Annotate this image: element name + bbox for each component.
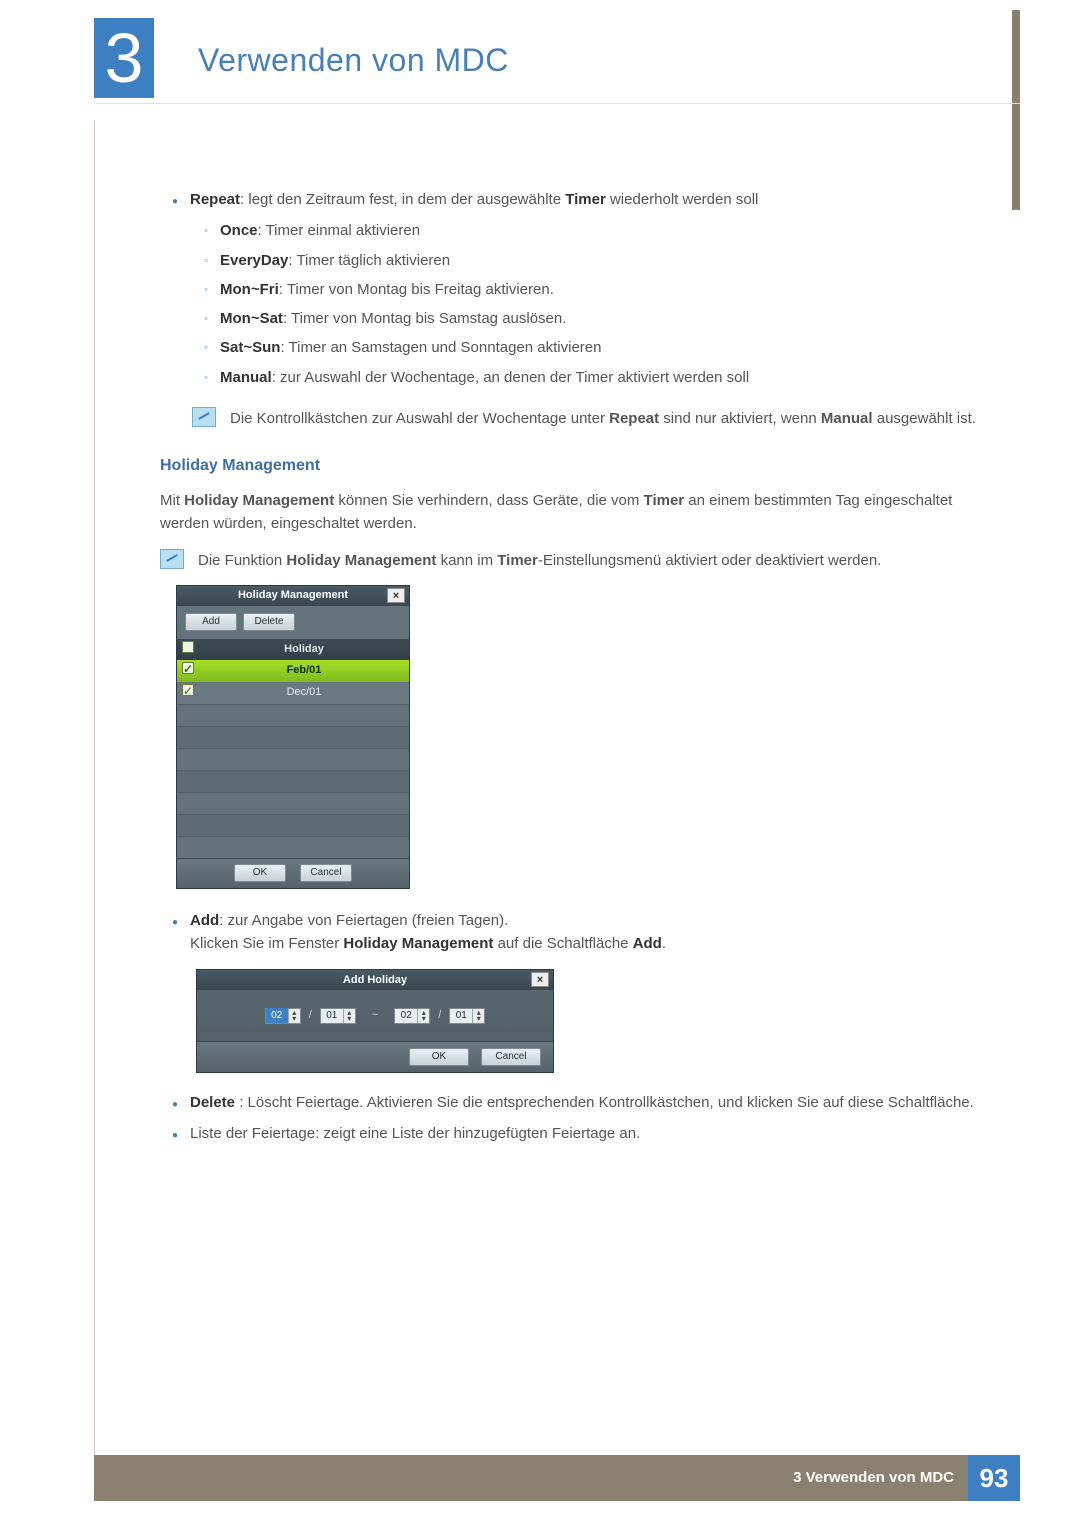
dialog-toolbar: Add Delete [177,606,409,640]
dialog-footer: OK Cancel [177,858,409,888]
bullet-text: Delete : Löscht Feiertage. Aktivieren Si… [190,1091,1000,1114]
note-text: Die Funktion Holiday Management kann im … [198,549,1000,572]
bullet-text: Liste der Feiertage: zeigt eine Liste de… [190,1122,1000,1145]
table-header: Holiday [177,640,409,660]
bullet-repeat: ● Repeat: legt den Zeitraum fest, in dem… [160,188,1000,211]
bullet-icon: ● [160,1122,190,1145]
note-text: Die Kontrollkästchen zur Auswahl der Woc… [230,407,1000,430]
row-date: Feb/01 [199,662,409,679]
bullet-delete: ● Delete : Löscht Feiertage. Aktivieren … [160,1091,1000,1114]
from-month-stepper[interactable]: 02▴▾ [265,1008,301,1024]
table-row-empty [177,704,409,726]
ok-button[interactable]: OK [234,864,286,882]
sq-bullet-icon: ▫ [192,249,220,272]
note-icon [192,407,216,427]
cancel-button[interactable]: Cancel [481,1048,541,1066]
spinner-arrows-icon[interactable]: ▴▾ [417,1009,429,1023]
table-row-empty [177,748,409,770]
checkbox-icon[interactable] [182,684,194,696]
close-button[interactable]: × [531,972,549,987]
delete-button[interactable]: Delete [243,613,295,631]
row-check-cell[interactable] [177,662,199,680]
empty-rows [177,704,409,858]
row-date: Dec/01 [199,684,409,701]
bullet-icon: ● [160,1091,190,1114]
close-button[interactable]: × [387,588,405,603]
repeat-sublist: ▫Once: Timer einmal aktivieren ▫EveryDay… [160,219,1000,389]
checkbox-icon[interactable] [182,641,194,653]
table-row-empty [177,792,409,814]
para-holiday-management: Mit Holiday Management können Sie verhin… [160,489,1000,536]
sq-bullet-icon: ▫ [192,366,220,389]
note-hm-timer-menu: Die Funktion Holiday Management kann im … [160,549,1000,572]
dialog-add-holiday: Add Holiday × 02▴▾ / 01▴▾ ~ 02▴▾ / 01▴▾ … [196,969,554,1073]
dialog-title: Holiday Management [238,587,348,604]
add-button[interactable]: Add [185,613,237,631]
sq-bullet-icon: ▫ [192,219,220,242]
bullet-holiday-list: ● Liste der Feiertage: zeigt eine Liste … [160,1122,1000,1145]
checkbox-icon[interactable] [182,662,194,674]
sub-manual: ▫Manual: zur Auswahl der Wochentage, an … [192,366,1000,389]
sq-bullet-icon: ▫ [192,336,220,359]
to-day-stepper[interactable]: 01▴▾ [449,1008,485,1024]
footer-label: 3 Verwenden von MDC [793,1466,968,1489]
ok-button[interactable]: OK [409,1048,469,1066]
to-month-stepper[interactable]: 02▴▾ [394,1008,430,1024]
heading-holiday-management: Holiday Management [160,454,1000,479]
bullet-text: Repeat: legt den Zeitraum fest, in dem d… [190,188,1000,211]
table-row-empty [177,836,409,858]
sub-everyday: ▫EveryDay: Timer täglich aktivieren [192,249,1000,272]
slash-separator: / [309,1007,312,1024]
tilde-separator: ~ [364,1007,386,1024]
label-repeat: Repeat [190,191,240,208]
sub-monsat: ▫Mon~Sat: Timer von Montag bis Samstag a… [192,307,1000,330]
left-rule [94,120,95,1483]
table-row[interactable]: Feb/01 [177,660,409,682]
spinner-arrows-icon[interactable]: ▴▾ [472,1009,484,1023]
sub-monfri: ▫Mon~Fri: Timer von Montag bis Freitag a… [192,278,1000,301]
cancel-button[interactable]: Cancel [300,864,352,882]
header-check-cell[interactable] [177,641,199,659]
bullet-icon: ● [160,909,190,956]
header-holiday: Holiday [199,641,409,658]
add-holiday-body: 02▴▾ / 01▴▾ ~ 02▴▾ / 01▴▾ [197,990,553,1042]
sq-bullet-icon: ▫ [192,278,220,301]
sq-bullet-icon: ▫ [192,307,220,330]
note-icon [160,549,184,569]
bullet-add: ● Add: zur Angabe von Feiertagen (freien… [160,909,1000,956]
dialog-title: Add Holiday [343,972,407,989]
from-day-stepper[interactable]: 01▴▾ [320,1008,356,1024]
table-row-empty [177,726,409,748]
row-check-cell[interactable] [177,684,199,702]
table-row[interactable]: Dec/01 [177,682,409,704]
bullet-icon: ● [160,188,190,211]
page-number: 93 [968,1455,1020,1501]
dialog-footer: OK Cancel [197,1042,553,1072]
dialog-titlebar: Holiday Management × [177,586,409,606]
dialog-holiday-management: Holiday Management × Add Delete Holiday … [176,585,410,889]
spinner-arrows-icon[interactable]: ▴▾ [288,1009,300,1023]
slash-separator: / [438,1007,441,1024]
table-row-empty [177,814,409,836]
content-area: ● Repeat: legt den Zeitraum fest, in dem… [160,188,1000,1154]
spinner-arrows-icon[interactable]: ▴▾ [343,1009,355,1023]
bullet-text: Add: zur Angabe von Feiertagen (freien T… [190,909,1000,956]
table-row-empty [177,770,409,792]
page-footer: 3 Verwenden von MDC 93 [94,1455,1020,1501]
dialog-titlebar: Add Holiday × [197,970,553,990]
note-repeat-manual: Die Kontrollkästchen zur Auswahl der Woc… [160,407,1000,430]
sub-satsun: ▫Sat~Sun: Timer an Samstagen und Sonntag… [192,336,1000,359]
page-title: Verwenden von MDC [198,36,509,86]
sub-once: ▫Once: Timer einmal aktivieren [192,219,1000,242]
